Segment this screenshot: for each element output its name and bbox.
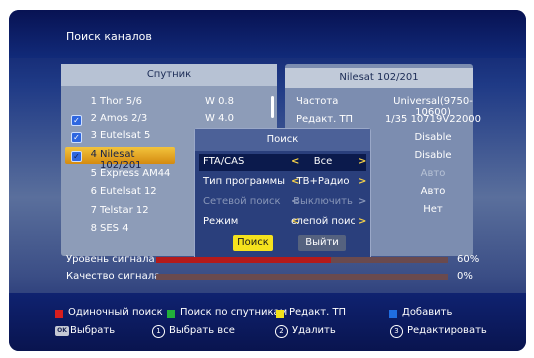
option-label: Сетевой поиск	[203, 196, 281, 207]
option-value: Все	[313, 156, 333, 167]
satellite-number: 6	[90, 186, 97, 197]
satellite-name: Eutelsat 5	[100, 130, 151, 141]
option-label: Тип программы	[203, 176, 286, 187]
signal-quality-bar	[156, 274, 448, 280]
blue-key-label: Добавить	[402, 307, 453, 318]
numeric-key-1-icon: 1	[152, 325, 165, 338]
satellite-item[interactable]: ✓ 2 Amos 2/3 W 4.0	[69, 111, 269, 128]
satellite-number: 3	[90, 130, 97, 141]
signal-level-value: 60%	[457, 254, 480, 265]
network-search-option: Сетевой поиск < Выключить >	[199, 194, 366, 211]
red-key-label: Одиночный поиск	[68, 307, 163, 318]
signal-level-label: Уровень сигнала	[66, 254, 155, 265]
numeric-key-3-icon: 3	[390, 325, 403, 338]
satellite-name: Amos 2/3	[100, 113, 148, 124]
arrow-right-icon[interactable]: >	[358, 156, 366, 167]
search-dialog: Поиск FTA/CAS < Все > Тип программы < ТВ…	[194, 128, 371, 260]
arrow-right-icon[interactable]: >	[358, 176, 366, 187]
signal-quality-label: Качество сигнала	[66, 271, 161, 282]
satellite-number: 4	[90, 149, 97, 160]
page-title: Поиск каналов	[66, 30, 152, 43]
satellite-item-selected[interactable]: ✓ 4 Nilesat 102/201	[65, 147, 175, 171]
option-value: ТВ+Радио	[296, 176, 350, 187]
key3-label: Редактировать	[407, 325, 487, 336]
info-value: Disable	[414, 132, 452, 143]
signal-quality-value: 0%	[457, 271, 473, 282]
numeric-key-2-icon: 2	[275, 325, 288, 338]
info-value: Disable	[414, 150, 452, 161]
option-label: Режим	[203, 216, 239, 227]
header-bar: Поиск каналов	[9, 10, 526, 58]
signal-level-fill	[156, 257, 332, 263]
satellite-number: 2	[90, 113, 97, 124]
green-key-label: Поиск по спутникам	[180, 307, 288, 318]
satellite-item[interactable]: 1 Thor 5/6 W 0.8	[69, 94, 269, 111]
satellite-number: 7	[90, 205, 97, 216]
arrow-right-icon: >	[358, 196, 367, 207]
arrow-right-icon[interactable]: >	[358, 216, 366, 227]
satellite-number: 5	[90, 168, 97, 179]
red-key-icon	[55, 310, 63, 318]
dialog-title: Поиск	[195, 129, 370, 151]
yellow-key-label: Редакт. ТП	[289, 307, 347, 318]
info-panel-header: Nilesat 102/201	[285, 68, 473, 88]
signal-level-bar	[156, 257, 448, 263]
checkbox-checked-icon[interactable]: ✓	[71, 132, 82, 143]
info-value: Авто	[420, 168, 446, 179]
search-button[interactable]: Поиск	[233, 235, 273, 251]
satellite-name: Thor 5/6	[100, 96, 142, 107]
scrollbar[interactable]	[271, 96, 274, 118]
satellite-name: SES 4	[100, 223, 129, 234]
key1-label: Выбрать все	[169, 325, 235, 336]
fta-cas-option[interactable]: FTA/CAS < Все >	[199, 154, 366, 171]
info-value: Нет	[423, 204, 443, 215]
checkbox-checked-icon[interactable]: ✓	[71, 115, 82, 126]
info-label: Частота	[296, 96, 339, 107]
footer-bar: Одиночный поиск Поиск по спутникам Редак…	[9, 293, 526, 351]
option-value: Выключить	[293, 196, 353, 207]
exit-button[interactable]: Выйти	[298, 235, 346, 251]
program-type-option[interactable]: Тип программы < ТВ+Радио >	[199, 174, 366, 191]
satellite-name: Express AM44	[100, 168, 171, 179]
option-value: слепой поиск	[291, 216, 355, 227]
satellite-number: 8	[90, 223, 97, 234]
ok-key-icon: OK	[55, 326, 69, 336]
checkbox-checked-icon[interactable]: ✓	[71, 151, 82, 162]
tv-screen: Поиск каналов Спутник 1 Thor 5/6 W 0.8 ✓…	[9, 10, 526, 351]
info-value: 1/35 10719V22000	[384, 114, 482, 125]
satellite-name: Eutelsat 12	[100, 186, 157, 197]
ok-key-label: Выбрать	[70, 325, 116, 336]
blue-key-icon	[389, 310, 397, 318]
info-value: Авто	[420, 186, 446, 197]
info-label: Редакт. ТП	[296, 114, 354, 125]
mode-option[interactable]: Режим < слепой поиск >	[199, 214, 366, 231]
yellow-key-icon	[276, 310, 284, 318]
satellite-panel-header: Спутник	[61, 64, 277, 86]
green-key-icon	[167, 310, 175, 318]
option-label: FTA/CAS	[203, 156, 245, 167]
satellite-position: W 0.8	[205, 96, 234, 107]
satellite-number: 1	[90, 96, 97, 107]
satellite-name: Telstar 12	[100, 205, 149, 216]
satellite-position: W 4.0	[205, 113, 234, 124]
key2-label: Удалить	[292, 325, 336, 336]
